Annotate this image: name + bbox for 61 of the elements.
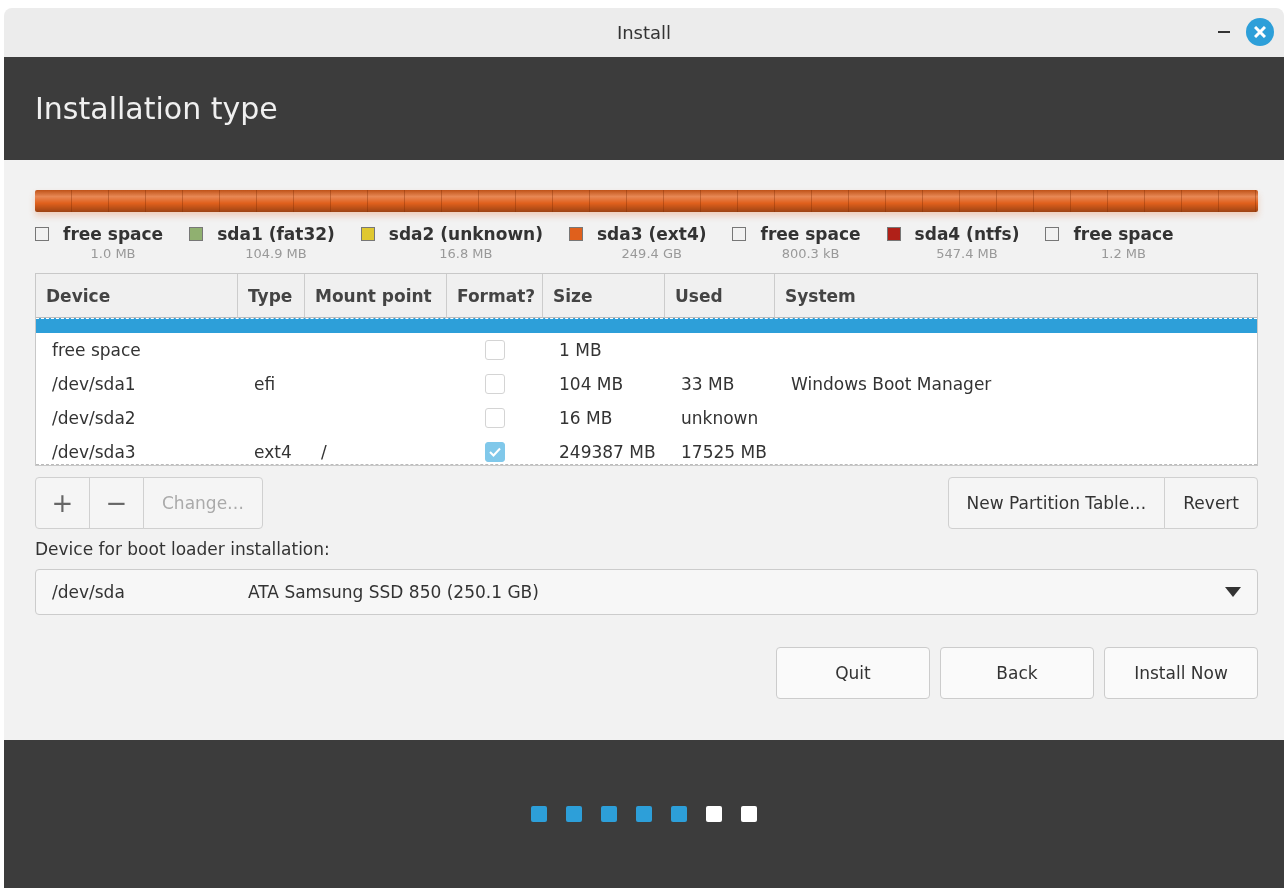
legend-label: sda4 (ntfs): [914, 224, 1020, 244]
add-button[interactable]: +: [35, 477, 90, 529]
quit-button[interactable]: Quit: [776, 647, 930, 699]
close-icon: [1254, 26, 1266, 38]
new-partition-table-button[interactable]: New Partition Table…: [947, 477, 1166, 529]
column-header[interactable]: System: [775, 274, 1257, 318]
table-cell: 16 MB: [559, 408, 613, 428]
boot-device-dropdown[interactable]: /dev/sda ATA Samsung SSD 850 (250.1 GB): [35, 569, 1258, 615]
page-heading: Installation type: [35, 91, 278, 126]
table-cell: 104 MB: [559, 374, 624, 394]
legend-label: sda3 (ext4): [597, 224, 707, 244]
table-cell: /: [321, 442, 327, 462]
legend-size: 1.0 MB: [90, 246, 136, 261]
column-header[interactable]: Size: [543, 274, 665, 318]
table-row[interactable]: free space 1 MB: [36, 333, 1257, 367]
table-cell: /dev/sda3: [52, 442, 136, 462]
legend-label: free space: [760, 224, 861, 244]
table-cell: efi: [254, 374, 276, 394]
column-header[interactable]: Type: [238, 274, 305, 318]
legend-size: 547.4 MB: [936, 246, 998, 261]
legend-size: 16.8 MB: [439, 246, 493, 261]
column-header[interactable]: Format?: [447, 274, 543, 318]
table-cell: free space: [52, 340, 141, 360]
remove-button[interactable]: −: [89, 477, 144, 529]
minimize-icon: [1218, 31, 1230, 33]
table-cell: unknown: [681, 408, 759, 428]
table-cell: /dev/sda2: [52, 408, 136, 428]
back-button[interactable]: Back: [940, 647, 1094, 699]
legend-label: free space: [63, 224, 164, 244]
table-cell: 1 MB: [559, 340, 602, 360]
table-cell: Windows Boot Manager: [791, 374, 992, 394]
legend-size: 104.9 MB: [245, 246, 307, 261]
selected-row[interactable]: [36, 318, 1257, 333]
window-title: Install: [616, 22, 672, 43]
legend-label: sda1 (fat32): [217, 224, 335, 244]
boot-loader-label: Device for boot loader installation:: [35, 539, 331, 559]
table-cell: 249387 MB: [559, 442, 656, 462]
legend-label: free space: [1073, 224, 1174, 244]
column-header[interactable]: Used: [665, 274, 775, 318]
legend-size: 800.3 kB: [781, 246, 840, 261]
table-row[interactable]: /dev/sda1 efi 104 MB 33 MB Windows Boot Manager: [36, 367, 1257, 401]
table-row[interactable]: /dev/sda3 ext4 / 249387 MB 17525 MB: [36, 435, 1257, 464]
legend-label: sda2 (unknown): [388, 224, 543, 244]
close-button[interactable]: [1246, 18, 1274, 46]
column-header[interactable]: Mount point: [305, 274, 447, 318]
table-cell: 33 MB: [681, 374, 735, 394]
table-row[interactable]: /dev/sda2 16 MB unknown: [36, 401, 1257, 435]
table-cell: ext4: [254, 442, 292, 462]
dropdown-arrow-icon: [1225, 587, 1241, 597]
legend-size: 249.4 GB: [621, 246, 682, 261]
table-cell: /dev/sda1: [52, 374, 136, 394]
format-checkbox[interactable]: [485, 408, 505, 428]
format-checkbox[interactable]: [485, 442, 505, 462]
install-now-button[interactable]: Install Now: [1104, 647, 1258, 699]
table-cell: 17525 MB: [681, 442, 767, 462]
checkmark-icon: [489, 447, 501, 457]
column-header[interactable]: Device: [36, 274, 238, 318]
format-checkbox[interactable]: [485, 374, 505, 394]
revert-button[interactable]: Revert: [1164, 477, 1258, 529]
format-checkbox[interactable]: [485, 340, 505, 360]
legend-size: 1.2 MB: [1101, 246, 1146, 261]
